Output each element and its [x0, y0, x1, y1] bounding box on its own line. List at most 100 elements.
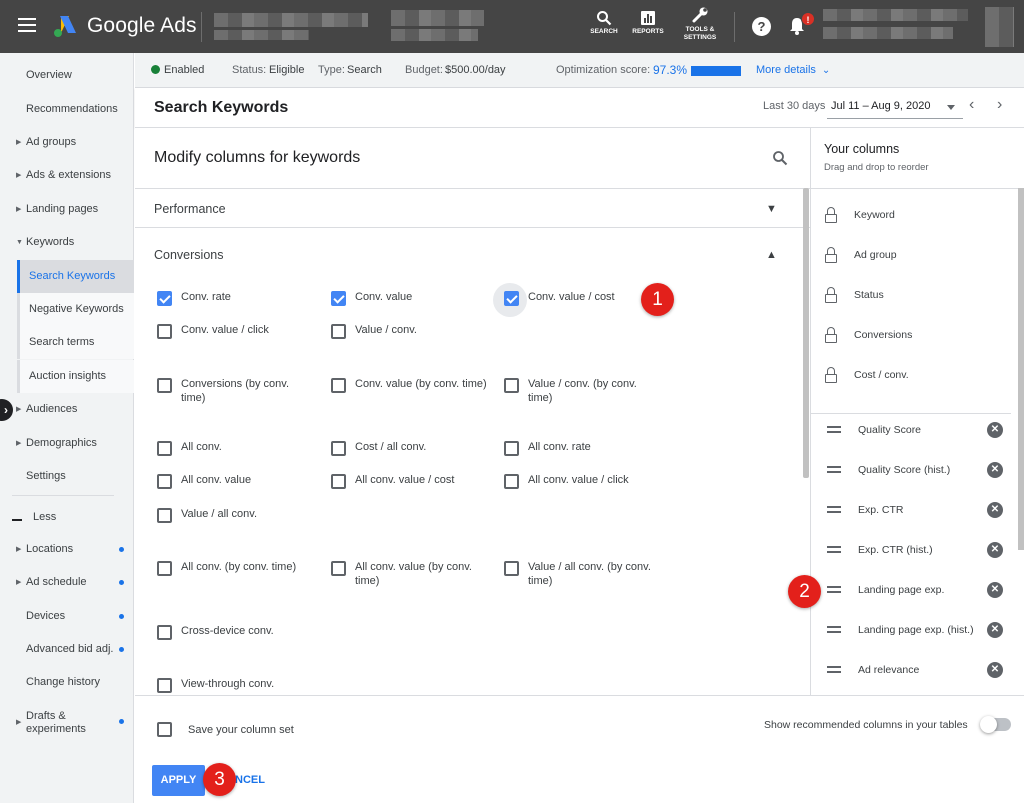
chevron-left-icon[interactable]: ‹ — [969, 96, 974, 114]
remove-icon[interactable]: ✕ — [987, 462, 1003, 478]
label-all-conv-value-click: All conv. value / click — [528, 474, 629, 486]
drag-handle-icon[interactable] — [827, 546, 841, 553]
sidebar-item-drafts-experiments[interactable]: ▶ Drafts & experiments — [0, 706, 124, 739]
remove-icon[interactable]: ✕ — [987, 502, 1003, 518]
remove-icon[interactable]: ✕ — [987, 622, 1003, 638]
drag-handle-icon[interactable] — [827, 666, 841, 673]
caret-down-icon: ▼ — [16, 239, 23, 246]
section-conversions[interactable]: Conversions ▲ — [135, 235, 810, 275]
drag-handle-icon[interactable] — [827, 426, 841, 433]
apply-button[interactable]: APPLY — [152, 765, 205, 796]
sidebar-item-audiences[interactable]: ▶ Audiences — [0, 393, 134, 426]
sidebar-item-recommendations[interactable]: Recommendations — [0, 93, 134, 126]
sidebar-item-devices[interactable]: Devices — [0, 600, 134, 633]
tools-settings-tool[interactable]: TOOLS & SETTINGS — [675, 6, 725, 42]
checkbox-view-through-conv[interactable] — [157, 678, 172, 693]
sidebar-item-landing-pages[interactable]: ▶ Landing pages — [0, 193, 134, 226]
sidebar-item-demographics[interactable]: ▶ Demographics — [0, 427, 134, 460]
checkbox-cross-device-conv[interactable] — [157, 625, 172, 640]
your-columns-title: Your columns — [824, 142, 900, 156]
label-value-conv: Value / conv. — [355, 324, 417, 336]
save-column-set-label: Save your column set — [188, 724, 294, 736]
checkbox-value-all-conv-by-conv-time[interactable] — [504, 561, 519, 576]
checkbox-conv-rate[interactable] — [157, 291, 172, 306]
date-range-value[interactable]: Jul 11 – Aug 9, 2020 — [831, 100, 931, 112]
sidebar-item-settings[interactable]: Settings — [0, 460, 134, 493]
sidebar-item-advanced-bid-adj[interactable]: Advanced bid adj. — [0, 633, 134, 666]
checkbox-conversions-by-conv-time[interactable] — [157, 378, 172, 393]
modify-columns-dialog: Modify columns for keywords Performance … — [135, 128, 1024, 803]
column-quality-score-hist[interactable]: Quality Score (hist.) ✕ — [824, 450, 1014, 490]
chevron-right-icon[interactable]: › — [997, 96, 1002, 114]
search-icon[interactable] — [772, 150, 788, 166]
label-value-conv-by-conv-time: Value / conv. (by conv. time) — [528, 378, 637, 404]
checkbox-all-conv-value[interactable] — [157, 474, 172, 489]
drag-handle-icon[interactable] — [827, 506, 841, 513]
checkbox-all-conv-rate[interactable] — [504, 441, 519, 456]
dialog-title: Modify columns for keywords — [154, 149, 361, 166]
sidebar-item-locations[interactable]: ▶ Locations — [0, 533, 134, 566]
section-performance[interactable]: Performance ▼ — [135, 188, 810, 228]
column-exp-ctr-hist[interactable]: Exp. CTR (hist.) ✕ — [824, 530, 1014, 570]
sidebar-item-ad-schedule[interactable]: ▶ Ad schedule — [0, 566, 134, 599]
lock-icon — [825, 247, 837, 263]
sidebar-item-overview[interactable]: Overview — [0, 59, 134, 92]
caret-right-icon: ▶ — [16, 172, 22, 179]
recommended-columns-toggle[interactable] — [980, 716, 1011, 733]
remove-icon[interactable]: ✕ — [987, 662, 1003, 678]
checkbox-value-conv-by-conv-time[interactable] — [504, 378, 519, 393]
checkbox-conv-value-by-conv-time[interactable] — [331, 378, 346, 393]
column-ad-relevance[interactable]: Ad relevance ✕ — [824, 650, 1014, 690]
reports-tool[interactable]: REPORTS — [623, 10, 673, 36]
label-conv-value: Conv. value — [355, 291, 413, 303]
sidebar-item-search-terms[interactable]: Search terms — [17, 326, 134, 359]
checkbox-cost-all-conv[interactable] — [331, 441, 346, 456]
help-icon[interactable]: ? — [752, 17, 771, 36]
remove-icon[interactable]: ✕ — [987, 422, 1003, 438]
search-tool[interactable]: SEARCH — [579, 10, 629, 36]
date-dropdown-icon[interactable] — [947, 105, 955, 110]
checkbox-value-conv[interactable] — [331, 324, 346, 339]
checkbox-all-conv-value-click[interactable] — [504, 474, 519, 489]
checkbox-conv-value[interactable] — [331, 291, 346, 306]
column-landing-page-exp-hist[interactable]: Landing page exp. (hist.) ✕ — [824, 610, 1014, 650]
sidebar-item-ads-extensions[interactable]: ▶ Ads & extensions — [0, 159, 134, 192]
sidebar-less-toggle[interactable]: Less — [0, 501, 134, 534]
sidebar-item-negative-keywords[interactable]: Negative Keywords — [17, 293, 134, 326]
cancel-button[interactable]: NCEL — [235, 774, 265, 786]
checkbox-all-conv[interactable] — [157, 441, 172, 456]
remove-icon[interactable]: ✕ — [987, 582, 1003, 598]
checkbox-all-conv-value-by-conv-time[interactable] — [331, 561, 346, 576]
sidebar-item-change-history[interactable]: Change history — [0, 666, 134, 699]
update-dot-icon — [119, 647, 124, 652]
drag-handle-icon[interactable] — [827, 586, 841, 593]
menu-icon[interactable] — [18, 18, 36, 32]
enabled-status[interactable]: Enabled — [151, 53, 204, 88]
date-range-underline — [827, 118, 963, 119]
column-exp-ctr[interactable]: Exp. CTR ✕ — [824, 490, 1014, 530]
column-landing-page-exp[interactable]: Landing page exp. ✕ — [824, 570, 1014, 610]
label-all-conv-rate: All conv. rate — [528, 441, 591, 453]
avatar[interactable] — [985, 7, 1014, 47]
checkbox-conv-value-click[interactable] — [157, 324, 172, 339]
notification-badge: ! — [801, 12, 815, 26]
remove-icon[interactable]: ✕ — [987, 542, 1003, 558]
your-columns-scrollbar[interactable] — [1018, 188, 1024, 550]
checkbox-all-conv-value-cost[interactable] — [331, 474, 346, 489]
label-all-conv-value-by-conv-time: All conv. value (by conv. time) — [355, 561, 472, 587]
checkbox-all-conv-by-conv-time[interactable] — [157, 561, 172, 576]
sidebar-item-search-keywords[interactable]: Search Keywords — [17, 260, 134, 293]
more-details-link[interactable]: More details ⌄ — [756, 53, 830, 88]
checkbox-conv-value-cost[interactable] — [504, 291, 519, 306]
drag-handle-icon[interactable] — [827, 466, 841, 473]
sidebar-item-keywords[interactable]: ▼ Keywords — [0, 226, 134, 259]
drag-handle-icon[interactable] — [827, 626, 841, 633]
label-all-conv-value: All conv. value — [181, 474, 252, 486]
sidebar-item-auction-insights[interactable]: Auction insights — [17, 360, 134, 393]
checkbox-value-all-conv[interactable] — [157, 508, 172, 523]
columns-scrollbar[interactable] — [803, 188, 809, 478]
step-marker-3: 3 — [203, 763, 236, 796]
save-column-set-checkbox[interactable] — [157, 722, 172, 737]
sidebar-item-ad-groups[interactable]: ▶ Ad groups — [0, 126, 134, 159]
column-quality-score[interactable]: Quality Score ✕ — [824, 410, 1014, 450]
